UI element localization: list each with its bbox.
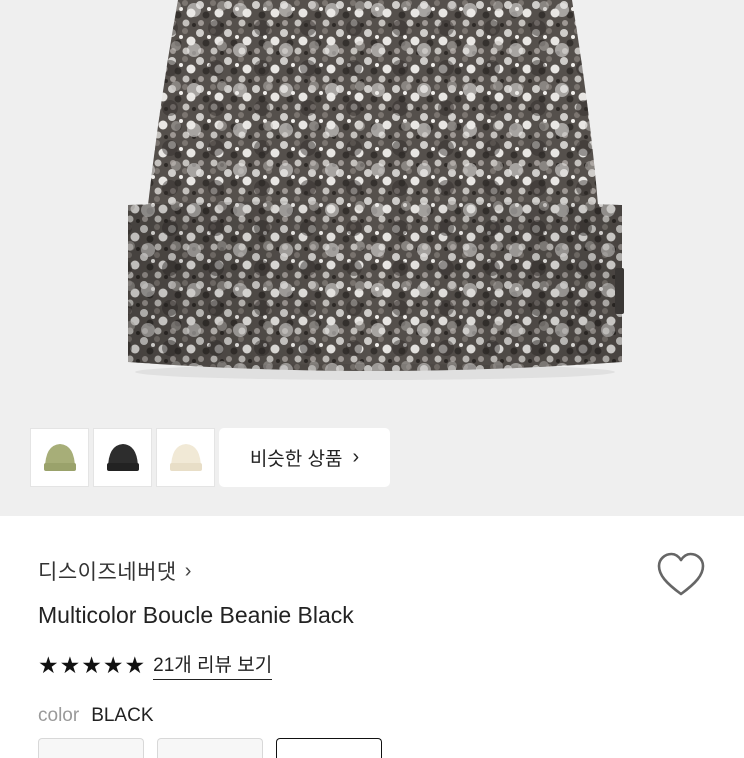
thumbnail-olive[interactable] bbox=[30, 428, 89, 487]
heart-icon[interactable] bbox=[656, 552, 706, 598]
star-icon: ★ bbox=[38, 651, 59, 678]
color-value: BLACK bbox=[91, 705, 154, 726]
brand-link[interactable]: 디스이즈네버댓 › bbox=[38, 556, 191, 586]
color-option[interactable] bbox=[38, 738, 144, 758]
color-option[interactable] bbox=[157, 738, 263, 758]
star-icon: ★ bbox=[81, 651, 102, 678]
color-options bbox=[38, 738, 382, 758]
star-rating: ★ ★ ★ ★ ★ bbox=[38, 651, 146, 678]
star-icon: ★ bbox=[59, 651, 81, 678]
similar-products-button[interactable]: 비슷한 상품 › bbox=[219, 428, 390, 487]
brand-name: 디스이즈네버댓 bbox=[38, 561, 177, 584]
view-reviews-link[interactable]: 21개 리뷰 보기 bbox=[153, 650, 273, 680]
olive-beanie-icon bbox=[43, 443, 76, 471]
color-option-selected[interactable] bbox=[276, 738, 382, 758]
product-info: 디스이즈네버댓 › Multicolor Boucle Beanie Black… bbox=[0, 516, 744, 758]
cream-beanie-icon bbox=[169, 443, 202, 471]
chevron-right-icon: › bbox=[184, 559, 192, 582]
color-label: color bbox=[38, 705, 80, 726]
star-icon: ★ bbox=[124, 651, 146, 678]
similar-products-label: 비슷한 상품 bbox=[249, 449, 343, 470]
thumbnail-black[interactable] bbox=[93, 428, 152, 487]
chevron-right-icon: › bbox=[352, 446, 360, 468]
product-image-area: 비슷한 상품 › bbox=[0, 0, 744, 516]
thumbnail-cream[interactable] bbox=[156, 428, 215, 487]
color-variant-thumbnails bbox=[30, 428, 215, 487]
color-row: color BLACK bbox=[38, 705, 154, 727]
product-title: Multicolor Boucle Beanie Black bbox=[38, 602, 354, 628]
rating-row: ★ ★ ★ ★ ★ 21개 리뷰 보기 bbox=[38, 650, 273, 680]
star-icon: ★ bbox=[102, 651, 124, 678]
black-beanie-icon bbox=[106, 443, 139, 471]
